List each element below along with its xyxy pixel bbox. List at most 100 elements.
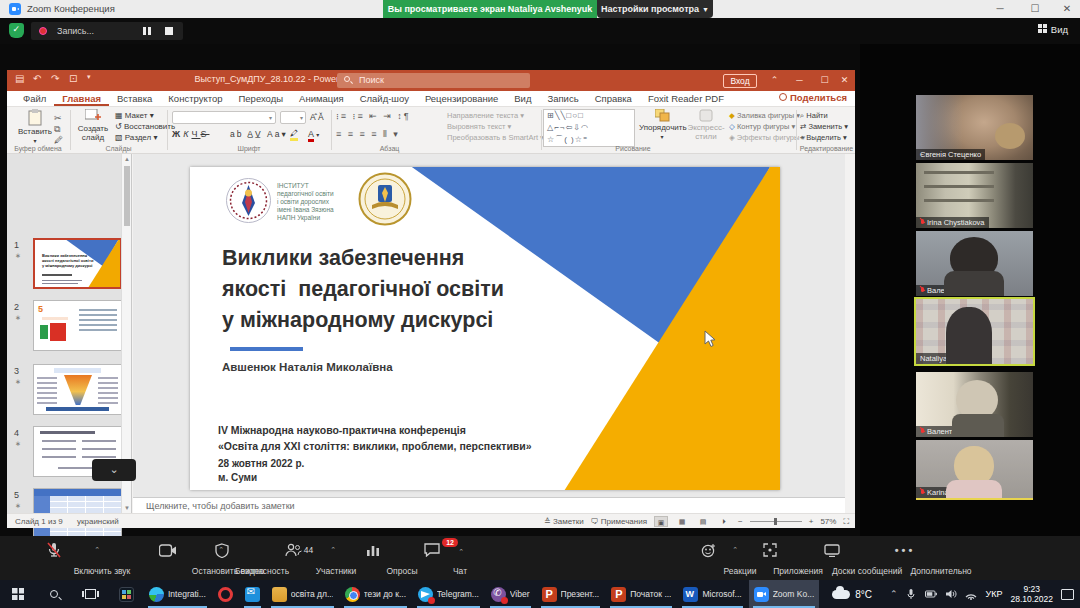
taskbar-app-viber[interactable]: Viber (486, 580, 535, 608)
cut-icon[interactable]: ✂ (54, 113, 64, 123)
pause-recording-button[interactable] (143, 27, 151, 35)
participant-video[interactable]: Валентина Плющ (916, 231, 1033, 296)
reactions-button[interactable]: ⌃ Реакции (676, 540, 740, 576)
scroll-up-icon[interactable]: ▲ (124, 156, 130, 162)
ribbon-tab[interactable]: Файл (15, 91, 54, 106)
ppt-minimize-button[interactable]: ─ (787, 70, 812, 91)
taskbar-app-folder[interactable]: освіта дл... (267, 580, 338, 608)
tray-speaker-icon[interactable] (945, 588, 957, 600)
language-indicator[interactable]: украинский (77, 517, 119, 526)
taskbar-app-ppt[interactable]: Початок ... (606, 580, 676, 608)
taskbar-app-mail[interactable] (240, 580, 265, 608)
slideshow-icon[interactable]: ⊡ (69, 73, 77, 84)
slide-title[interactable]: Виклики забезпечення якості педагогічної… (222, 243, 504, 336)
zoom-minimize-button[interactable]: ─ (985, 0, 1015, 18)
smartart-button[interactable]: Преобразовать в SmartArt ▾ (447, 133, 544, 142)
ppt-close-button[interactable]: ✕ (832, 70, 857, 91)
reactions-caret[interactable]: ⌃ (732, 546, 738, 554)
slideshow-view-button[interactable]: ⏵ (717, 516, 731, 527)
qat-more-icon[interactable]: ▾ (87, 73, 91, 81)
fit-slide-icon[interactable]: ⛶ (843, 517, 849, 527)
task-view-button[interactable] (72, 580, 108, 608)
list-buttons[interactable]: ⁝≡ ⁝≡ ⇤ ⇥ ↕¶ (336, 111, 411, 121)
signin-button[interactable]: Вход (723, 74, 757, 88)
zoom-out-button[interactable]: − (738, 517, 743, 526)
slide[interactable]: ІНСТИТУТпедагогічної освітиі освіти доро… (190, 167, 780, 490)
align-buttons[interactable]: ≡ ≡ ≡ ≡ ⫴ ▾ (336, 129, 400, 140)
polls-button[interactable]: Опросы (344, 540, 402, 576)
taskbar-app-zoomapp[interactable]: Zoom Ko... (749, 580, 820, 608)
stop-recording-button[interactable] (165, 27, 173, 35)
participant-video[interactable]: Karina (916, 440, 1033, 500)
taskbar-search-button[interactable] (36, 580, 72, 608)
unmute-button[interactable]: ⌃ Включить звук (6, 540, 102, 576)
ribbon-tab[interactable]: Вид (506, 91, 539, 106)
weather-widget[interactable]: 8°C (832, 589, 872, 600)
ribbon-tab[interactable]: Справка (587, 91, 640, 106)
reading-view-button[interactable]: ▤ (696, 516, 710, 527)
conference-info[interactable]: IV Міжнародна науково-практична конферен… (218, 422, 532, 454)
ribbon-tab[interactable]: Рецензирование (417, 91, 506, 106)
taskbar-app-edge[interactable]: Integrati... (144, 580, 211, 608)
ribbon-tab[interactable]: Переходы (230, 91, 291, 106)
comments-toggle[interactable]: 🗨 Примечания (591, 517, 647, 526)
grow-shrink-font[interactable]: А̂ А̌ (310, 112, 324, 122)
font-extra-buttons[interactable]: ab A̲V̲ Аа▾ (230, 129, 288, 139)
view-button[interactable]: Вид (1038, 24, 1068, 35)
ribbon-tab[interactable]: Конструктор (160, 91, 230, 106)
action-center-icon[interactable] (1061, 589, 1074, 600)
chat-button[interactable]: 12 ⌃ Чат (404, 540, 460, 576)
undo-icon[interactable]: ↶ (33, 73, 41, 84)
taskbar-clock[interactable]: 9:2328.10.2022 (1010, 584, 1053, 604)
select-button[interactable]: ⌖ Выделить ▾ (800, 133, 847, 143)
zoom-maximize-button[interactable]: ☐ (1020, 0, 1050, 18)
view-settings-button[interactable]: Настройки просмотра▼ (597, 0, 713, 18)
slide-thumbnail-1[interactable]: Виклики забезпеченняякості педагогічної … (33, 238, 122, 289)
zoom-close-button[interactable]: ✕ (1052, 0, 1080, 18)
taskbar-app-chrome[interactable]: тези до к... (340, 580, 411, 608)
replace-button[interactable]: ⇄ Заменить ▾ (800, 122, 848, 131)
ribbon-tab[interactable]: Вставка (109, 91, 160, 106)
slide-thumbnail-3[interactable] (33, 364, 122, 415)
chat-caret[interactable]: ⌃ (458, 548, 464, 556)
save-icon[interactable]: ▤ (15, 73, 24, 84)
taskbar-app-ppt[interactable]: Презент... (537, 580, 605, 608)
tray-mic-icon[interactable] (905, 588, 917, 600)
section-button[interactable]: ▧ Раздел ▾ (115, 133, 157, 142)
font-size-combo[interactable]: ▾ (280, 111, 306, 124)
font-name-combo[interactable]: ▾ (172, 111, 276, 124)
participants-scroll-down-button[interactable]: ⌄ (92, 459, 136, 481)
more-button[interactable]: ••• Дополнительно (869, 540, 941, 576)
scroll-down-icon[interactable]: ▼ (124, 505, 130, 511)
notes-toggle[interactable]: ≙ Заметки (544, 517, 584, 526)
paste-button[interactable]: Вставить▾ (15, 109, 55, 145)
notes-area[interactable]: Щелкните, чтобы добавить заметки (133, 497, 845, 513)
share-button[interactable]: Поделиться (779, 92, 847, 103)
ribbon-tab[interactable]: Анимация (291, 91, 352, 106)
copy-icon[interactable]: ⧉ (54, 124, 62, 135)
taskbar-app-tg[interactable]: Telegram... (413, 580, 484, 608)
tray-expand-icon[interactable]: ⌃ (890, 589, 898, 599)
whiteboards-button[interactable]: Доски сообщений (797, 540, 867, 576)
apps-button[interactable]: Приложения (742, 540, 798, 576)
ribbon-tab[interactable]: Слайд-шоу (352, 91, 417, 106)
slide-author[interactable]: Авшенюк Наталія Миколаївна (222, 361, 393, 373)
ribbon-tab[interactable]: Главная (54, 91, 109, 106)
tray-network-icon[interactable] (965, 588, 977, 600)
arrange-button[interactable]: Упорядочить▾ (639, 109, 685, 141)
align-text-button[interactable]: Выровнять текст ▾ (447, 122, 511, 131)
participant-video[interactable]: Євгенія Стеценко (916, 95, 1033, 160)
zoom-in-button[interactable]: + (809, 517, 814, 526)
store-button[interactable] (108, 580, 144, 608)
taskbar-app-opera[interactable] (213, 580, 238, 608)
zoom-percent[interactable]: 57% (820, 517, 836, 526)
text-direction-button[interactable]: Направление текста ▾ (447, 111, 524, 120)
redo-icon[interactable]: ↷ (51, 73, 59, 84)
language-indicator[interactable]: УКР (985, 589, 1002, 599)
find-button[interactable]: ⌕ Найти (800, 111, 828, 121)
shape-fill-button[interactable]: ◆ Заливка фигуры ▾ (729, 111, 800, 120)
mic-options-caret[interactable]: ⌃ (94, 546, 100, 554)
ribbon-tab[interactable]: Foxit Reader PDF (640, 91, 732, 106)
participants-caret[interactable]: ⌃ (330, 546, 336, 554)
participant-video[interactable]: Irina Chystiakova (916, 163, 1033, 228)
